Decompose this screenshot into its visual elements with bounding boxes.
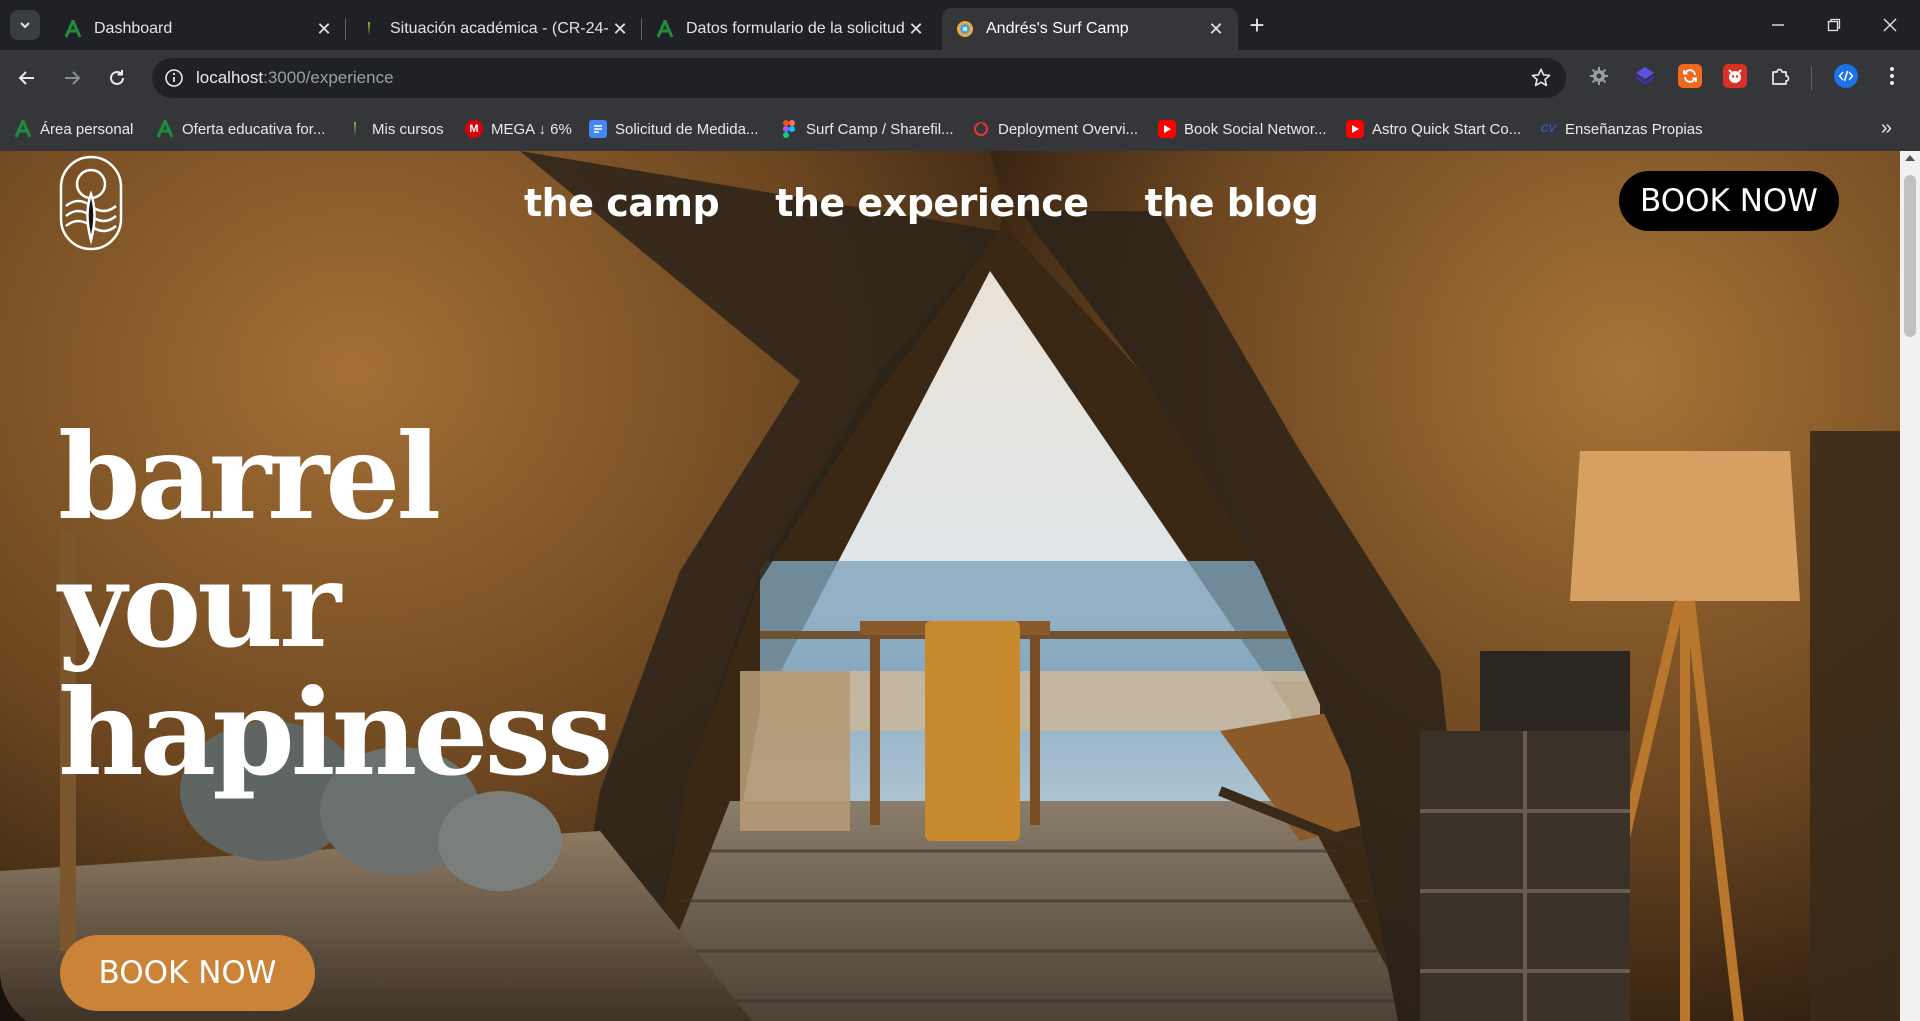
close-window-button[interactable]: [1862, 0, 1918, 50]
tab-datos-formulario[interactable]: Datos formulario de la solicitud ✕: [642, 8, 938, 50]
bookmarks-bar: Área personal Oferta educativa for... Mi…: [0, 107, 1920, 151]
new-tab-button[interactable]: +: [1243, 12, 1271, 40]
close-icon[interactable]: ✕: [904, 17, 928, 41]
tab-title: Andrés's Surf Camp: [986, 20, 1129, 37]
bookmark-item[interactable]: Surf Camp / Sharefil...: [780, 119, 954, 139]
url-text[interactable]: localhost:3000/experience: [196, 68, 394, 88]
a-logo-icon: [64, 20, 82, 38]
tab-strip: Dashboard ✕ Situación académica - (CR-24…: [0, 0, 1920, 50]
browser-menu-button[interactable]: [1880, 64, 1904, 88]
book-now-header-button[interactable]: BOOK NOW: [1619, 171, 1839, 231]
moodle-icon: [360, 20, 378, 38]
scrollbar-thumb[interactable]: [1904, 175, 1916, 337]
hero-line: barrel: [58, 407, 441, 546]
bookmark-star-icon[interactable]: [1530, 67, 1552, 89]
bookmark-label: Astro Quick Start Co...: [1372, 120, 1522, 138]
bookmark-label: Deployment Overvi...: [998, 120, 1139, 138]
url-path: :3000/experience: [263, 68, 394, 87]
chevron-down-icon: [20, 22, 30, 29]
tab-title: Dashboard: [94, 20, 173, 37]
forward-button[interactable]: [56, 62, 88, 94]
tab-situacion-academica[interactable]: Situación académica - (CR-24-0 ✕: [346, 8, 642, 50]
back-button[interactable]: [11, 62, 43, 94]
mega-icon: M: [465, 120, 483, 138]
browser-toolbar: localhost:3000/experience: [0, 50, 1920, 107]
toolbar-separator: [1811, 66, 1812, 90]
bookmarks-overflow-icon[interactable]: »: [1881, 117, 1892, 140]
bookmark-item[interactable]: M MEGA ↓ 6%: [465, 119, 572, 139]
close-icon[interactable]: ✕: [1204, 17, 1228, 41]
bookmark-label: MEGA ↓ 6%: [491, 120, 572, 138]
bookmark-item[interactable]: Área personal: [14, 119, 133, 139]
bookmark-item[interactable]: Book Social Networ...: [1158, 119, 1327, 139]
tab-surf-camp[interactable]: Andrés's Surf Camp ✕: [942, 8, 1238, 50]
extension-devil-icon[interactable]: [1723, 64, 1747, 88]
surf-camp-favicon-icon: [956, 20, 974, 38]
arrow-left-icon: [18, 71, 34, 85]
bookmark-label: Surf Camp / Sharefil...: [806, 120, 954, 138]
bookmark-item[interactable]: Deployment Overvi...: [972, 119, 1138, 139]
deployment-icon: [972, 120, 990, 138]
extension-layers-icon[interactable]: [1633, 64, 1657, 88]
bookmark-label: Enseñanzas Propias: [1565, 120, 1703, 138]
nav-the-camp[interactable]: the camp: [524, 181, 720, 225]
restore-icon: [1827, 18, 1841, 32]
reload-icon: [110, 70, 124, 85]
book-now-hero-button[interactable]: BOOK NOW: [60, 935, 315, 1011]
nav-the-experience[interactable]: the experience: [775, 181, 1089, 225]
reload-button[interactable]: [101, 62, 133, 94]
code-icon: [1838, 70, 1854, 82]
tab-title: Datos formulario de la solicitud: [686, 20, 904, 37]
bookmark-label: Book Social Networ...: [1184, 120, 1327, 138]
tab-title: Situación académica - (CR-24-0: [390, 20, 608, 37]
bookmark-item[interactable]: CV Enseñanzas Propias: [1539, 119, 1703, 139]
hero-line: your: [58, 535, 341, 674]
extensions-puzzle-icon[interactable]: [1768, 64, 1792, 88]
figma-icon: [780, 120, 798, 138]
surf-camp-logo-icon[interactable]: [58, 154, 124, 252]
close-icon[interactable]: ✕: [312, 17, 336, 41]
scroll-up-arrow-icon[interactable]: [1905, 155, 1915, 161]
hero-line: hapiness: [58, 663, 613, 802]
bookmark-item[interactable]: Mis cursos: [346, 119, 444, 139]
a-logo-icon: [156, 120, 174, 138]
close-icon: [1883, 18, 1897, 32]
profile-code-avatar[interactable]: [1834, 64, 1858, 88]
more-vertical-icon: [1890, 67, 1894, 85]
restore-button[interactable]: [1806, 0, 1862, 50]
nav-the-blog[interactable]: the blog: [1145, 181, 1319, 225]
close-icon[interactable]: ✕: [608, 17, 632, 41]
bookmark-label: Mis cursos: [372, 120, 444, 138]
cv-icon: CV: [1540, 123, 1556, 135]
extension-gear-icon[interactable]: [1587, 64, 1611, 88]
youtube-icon: [1346, 120, 1364, 138]
tab-dashboard[interactable]: Dashboard ✕: [50, 8, 346, 50]
page-viewport: the camp the experience the blog BOOK NO…: [0, 151, 1900, 1021]
tab-search-button[interactable]: [10, 10, 40, 40]
url-host: localhost: [196, 68, 264, 87]
arrow-right-icon: [65, 71, 81, 85]
main-nav: the camp the experience the blog: [524, 181, 1319, 225]
minimize-button[interactable]: [1750, 0, 1806, 50]
bookmark-item[interactable]: Astro Quick Start Co...: [1346, 119, 1521, 139]
docs-icon: [589, 120, 607, 138]
moodle-icon: [346, 120, 364, 138]
bookmark-item[interactable]: Oferta educativa for...: [156, 119, 325, 139]
youtube-icon: [1158, 120, 1176, 138]
address-bar[interactable]: localhost:3000/experience: [152, 58, 1566, 98]
page-scrollbar[interactable]: [1900, 151, 1920, 1021]
bookmark-label: Solicitud de Medida...: [615, 120, 759, 138]
extension-sync-icon[interactable]: [1678, 64, 1702, 88]
a-logo-icon: [14, 120, 32, 138]
bookmark-label: Área personal: [40, 120, 134, 138]
site-info-icon[interactable]: [164, 68, 184, 88]
bookmark-label: Oferta educativa for...: [182, 120, 326, 138]
a-logo-icon: [656, 20, 674, 38]
bookmark-item[interactable]: Solicitud de Medida...: [589, 119, 758, 139]
minimize-icon: [1772, 24, 1784, 26]
hero-headline: barrel your hapiness: [58, 407, 613, 802]
